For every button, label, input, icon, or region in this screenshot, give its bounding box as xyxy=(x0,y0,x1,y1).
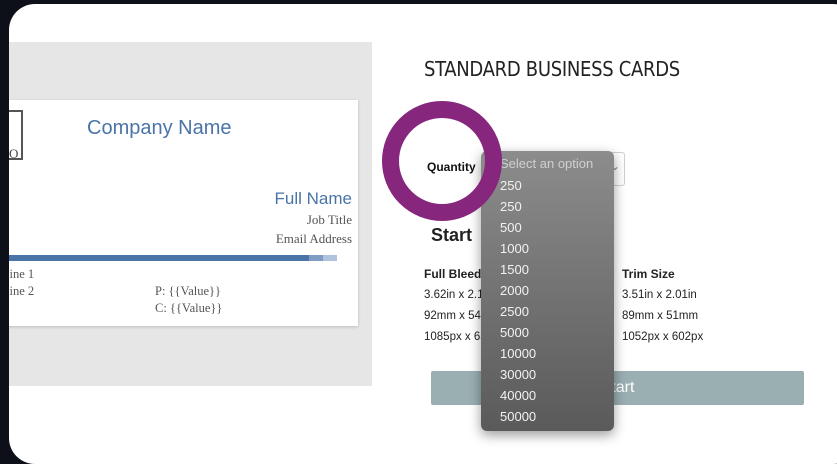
product-title: STANDARD BUSINESS CARDS xyxy=(424,57,680,81)
card-stripe xyxy=(9,255,358,261)
address-line-1: ss Line 1 xyxy=(9,267,35,281)
trim-size-mm: 89mm x 51mm xyxy=(622,310,699,322)
full-bleed-mm: 92mm x 54 xyxy=(424,310,481,322)
quantity-option[interactable]: 500 xyxy=(500,218,522,238)
full-bleed-title: Full Bleed xyxy=(424,267,482,281)
email-address: Email Address xyxy=(275,231,352,246)
card-preview-panel: O Company Name Full Name Job Title Email… xyxy=(9,42,372,386)
section-heading: Start xyxy=(431,225,473,245)
business-card-preview: O Company Name Full Name Job Title Email… xyxy=(9,100,358,326)
phone-value: P: {{Value}} xyxy=(155,284,222,298)
company-name: Company Name xyxy=(87,117,232,139)
quantity-option[interactable]: 2500 xyxy=(500,302,529,322)
dropdown-placeholder[interactable]: Select an option xyxy=(500,156,593,171)
quantity-option[interactable]: 40000 xyxy=(500,386,536,406)
trim-size-title: Trim Size xyxy=(622,267,675,281)
highlight-circle xyxy=(382,101,502,221)
quantity-option[interactable]: 10000 xyxy=(500,344,536,364)
job-title: Job Title xyxy=(306,212,352,227)
address-line-2: ss Line 2 xyxy=(9,284,35,298)
trim-size-px: 1052px x 602px xyxy=(622,331,704,343)
quantity-option[interactable]: 250 xyxy=(500,197,522,217)
cell-value: C: {{Value}} xyxy=(155,301,223,315)
quantity-option[interactable]: 5000 xyxy=(500,323,529,343)
quantity-option[interactable]: 50000 xyxy=(500,407,536,427)
trim-size-inches: 3.51in x 2.01in xyxy=(622,289,697,301)
quantity-option[interactable]: 1500 xyxy=(500,260,529,280)
trim-size-specs: Trim Size 3.51in x 2.01in 89mm x 51mm 10… xyxy=(622,264,703,348)
quantity-option[interactable]: 1000 xyxy=(500,239,529,259)
quantity-dropdown-menu: ✓ Select an option 250 250 500 1000 1500… xyxy=(481,151,614,431)
app-window: O Company Name Full Name Job Title Email… xyxy=(9,4,837,464)
quantity-option[interactable]: 30000 xyxy=(500,365,536,385)
full-bleed-px: 1085px x 63 xyxy=(424,331,487,343)
full-bleed-specs: Full Bleed 3.62in x 2.1 92mm x 54 1085px… xyxy=(424,264,487,348)
logo-letter: O xyxy=(9,146,19,161)
full-bleed-inches: 3.62in x 2.1 xyxy=(424,289,484,301)
quantity-option[interactable]: 2000 xyxy=(500,281,529,301)
full-name: Full Name xyxy=(274,189,352,208)
quantity-option[interactable]: 250 xyxy=(500,176,522,196)
